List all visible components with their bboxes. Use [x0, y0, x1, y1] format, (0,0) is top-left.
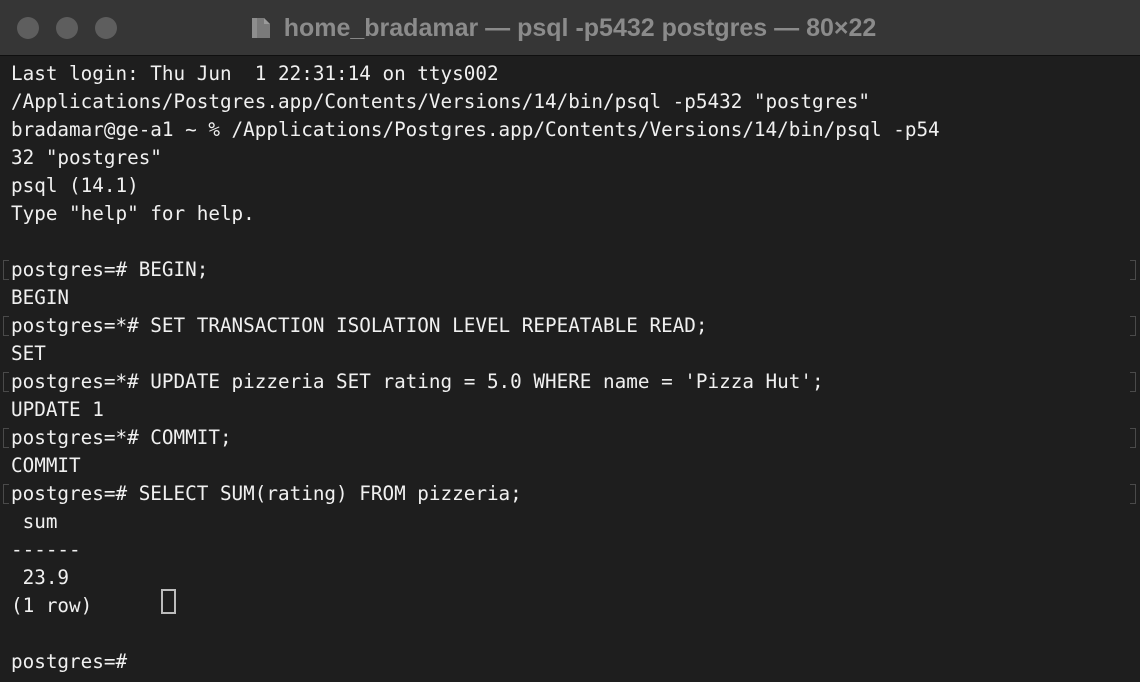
terminal-line: 23.9	[11, 566, 70, 589]
title-bar[interactable]: home_bradamar — psql -p5432 postgres — 8…	[0, 0, 1140, 56]
command-mark-left	[3, 428, 9, 448]
title-container: home_bradamar — psql -p5432 postgres — 8…	[0, 0, 1140, 56]
terminal-window: home_bradamar — psql -p5432 postgres — 8…	[0, 0, 1140, 682]
command-mark-left	[3, 372, 9, 392]
command-mark-right	[1130, 484, 1136, 504]
terminal-line: bradamar@ge-a1 ~ % /Applications/Postgre…	[11, 118, 940, 141]
terminal-line: postgres=*# SET TRANSACTION ISOLATION LE…	[11, 314, 708, 337]
folder-icon	[251, 18, 270, 38]
command-mark-right	[1130, 428, 1136, 448]
command-mark-right	[1130, 260, 1136, 280]
terminal-line: psql (14.1)	[11, 174, 139, 197]
terminal-line: BEGIN	[11, 286, 70, 309]
window-title: home_bradamar — psql -p5432 postgres — 8…	[283, 13, 877, 42]
terminal-line: postgres=#	[11, 650, 139, 673]
terminal-line: UPDATE 1	[11, 398, 104, 421]
terminal-line: (1 row)	[11, 594, 93, 617]
terminal-line: /Applications/Postgres.app/Contents/Vers…	[11, 90, 871, 113]
terminal-line: Last login: Thu Jun 1 22:31:14 on ttys00…	[11, 62, 499, 85]
terminal-line: postgres=*# COMMIT;	[11, 426, 232, 449]
command-mark-left	[3, 316, 9, 336]
command-mark-left	[3, 260, 9, 280]
command-mark-left	[3, 484, 9, 504]
terminal-line: postgres=# BEGIN;	[11, 258, 209, 281]
terminal-line: 32 "postgres"	[11, 146, 162, 169]
terminal-line: Type "help" for help.	[11, 202, 255, 225]
text-cursor	[161, 589, 176, 614]
terminal-line: postgres=*# UPDATE pizzeria SET rating =…	[11, 370, 824, 393]
terminal-line: SET	[11, 342, 46, 365]
terminal-line: postgres=# SELECT SUM(rating) FROM pizze…	[11, 482, 522, 505]
command-mark-right	[1130, 372, 1136, 392]
command-mark-right	[1130, 316, 1136, 336]
terminal-line: sum	[11, 510, 58, 533]
terminal-line: ------	[11, 538, 81, 561]
terminal-line: COMMIT	[11, 454, 81, 477]
